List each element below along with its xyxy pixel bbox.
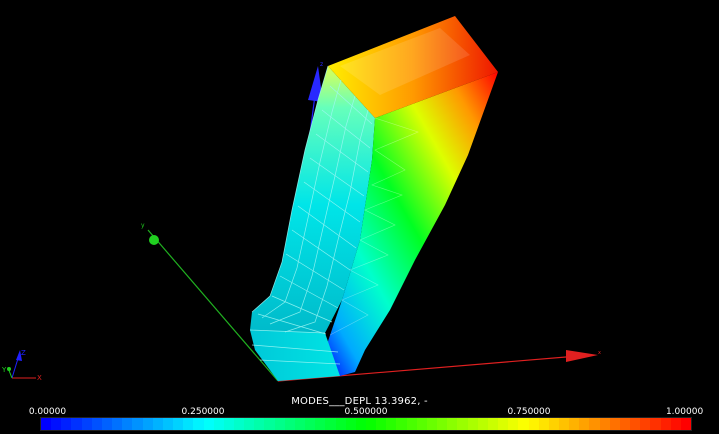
z-axis-label: z	[320, 61, 323, 68]
scalar-bar-cell	[41, 418, 52, 430]
orientation-z-label: Z	[21, 349, 26, 357]
scalar-bar-cell	[213, 418, 224, 430]
scalar-bar-cell	[447, 418, 458, 430]
scalar-bar-cell	[579, 418, 590, 430]
mesh-base-face	[250, 330, 340, 381]
scalar-bar-cell	[386, 418, 397, 430]
scalar-bar-cell	[305, 418, 316, 430]
scalar-bar-cell	[366, 418, 377, 430]
scalar-bar-cell	[680, 418, 691, 430]
y-axis-label: y	[141, 222, 145, 229]
scalar-tick-label: 0.500000	[344, 407, 388, 417]
scalar-bar-cell	[538, 418, 549, 430]
scalar-bar-cell	[162, 418, 174, 430]
scalar-bar-cell	[335, 418, 346, 430]
scalar-bar-cell	[81, 418, 92, 430]
scalar-bar-cell	[345, 418, 356, 430]
y-axis-line	[147, 229, 279, 382]
scalar-bar-cell	[223, 418, 234, 430]
scalar-bar-cell	[274, 418, 285, 430]
scalar-bar-cell	[619, 418, 631, 430]
x-axis-label: x	[598, 350, 601, 356]
scalar-bar-cell	[650, 418, 661, 430]
scalar-bar-cell	[396, 418, 407, 430]
scalar-bar-cell	[457, 418, 468, 430]
scalar-bar-cell	[569, 418, 580, 430]
scalar-bar-cell	[284, 418, 295, 430]
scalar-tick-label: 1.00000	[665, 407, 704, 417]
scalar-bar-cell	[244, 418, 255, 430]
scalar-bar[interactable]	[40, 417, 692, 431]
scalar-bar-cell	[437, 418, 448, 430]
scalar-bar-cell	[152, 418, 163, 430]
deformed-mesh[interactable]	[249, 16, 498, 381]
scalar-bar-cell	[640, 418, 651, 430]
orientation-x-label: X	[37, 374, 42, 382]
scalar-bar-cell	[51, 418, 62, 430]
scalar-bar-cell	[487, 418, 499, 430]
scalar-bar-cell	[416, 418, 427, 430]
scalar-bar-cell	[508, 418, 519, 430]
scalar-bar-cell	[498, 418, 509, 430]
scalar-tick-label: 0.750000	[507, 407, 551, 417]
render-viewport[interactable]: x y z X Y Z MODES___DEPL 13.3962, - 0.00…	[0, 0, 719, 434]
scalar-bar-cell	[71, 418, 82, 430]
scalar-bar-cell	[142, 418, 153, 430]
scalar-bar-cell	[132, 418, 143, 430]
scalar-bar-cell	[294, 418, 306, 430]
orientation-y-icon	[7, 367, 11, 371]
scalar-bar-cell	[609, 418, 620, 430]
scalar-bar-cell	[630, 418, 641, 430]
scalar-bar-cell	[376, 418, 387, 430]
scalar-bar-cell	[670, 418, 681, 430]
scalar-bar-cell	[426, 418, 438, 430]
scalar-bar-cell	[325, 418, 336, 430]
x-axis-arrow-icon	[566, 350, 598, 362]
scalar-bar-cell	[193, 418, 204, 430]
scalar-bar-cell	[477, 418, 488, 430]
scalar-bar-cell	[315, 418, 326, 430]
y-axis-arrow-icon	[149, 235, 159, 245]
scalar-bar-cell	[233, 418, 245, 430]
scalar-tick-label: 0.250000	[181, 407, 225, 417]
scalar-bar-cell	[518, 418, 529, 430]
scalar-bar-cell	[203, 418, 214, 430]
scalar-bar-cell	[254, 418, 265, 430]
scalar-bar-cell	[406, 418, 417, 430]
scalar-bar-cell	[183, 418, 194, 430]
scalar-bar-cell	[264, 418, 275, 430]
scalar-bar-cell	[467, 418, 478, 430]
scalar-bar-cell	[558, 418, 570, 430]
scalar-bar-cell	[173, 418, 184, 430]
scalar-bar-cell	[112, 418, 123, 430]
scalar-bar-cell	[122, 418, 133, 430]
scalar-bar-cell	[101, 418, 113, 430]
orientation-y-label: Y	[1, 366, 7, 374]
scalar-bar-cell	[355, 418, 366, 430]
scalar-bar-cell	[599, 418, 610, 430]
scalar-bar-cell	[91, 418, 102, 430]
scalar-bar-cell	[589, 418, 600, 430]
orientation-widget: X Y Z	[1, 349, 42, 382]
scalar-bar-cell	[660, 418, 671, 430]
3d-scene[interactable]: x y z X Y Z	[0, 0, 719, 434]
scalar-bar-cell	[548, 418, 559, 430]
scalar-bar-cell	[61, 418, 72, 430]
scalar-tick-label: 0.00000	[28, 407, 67, 417]
scalar-bar-cell	[528, 418, 539, 430]
